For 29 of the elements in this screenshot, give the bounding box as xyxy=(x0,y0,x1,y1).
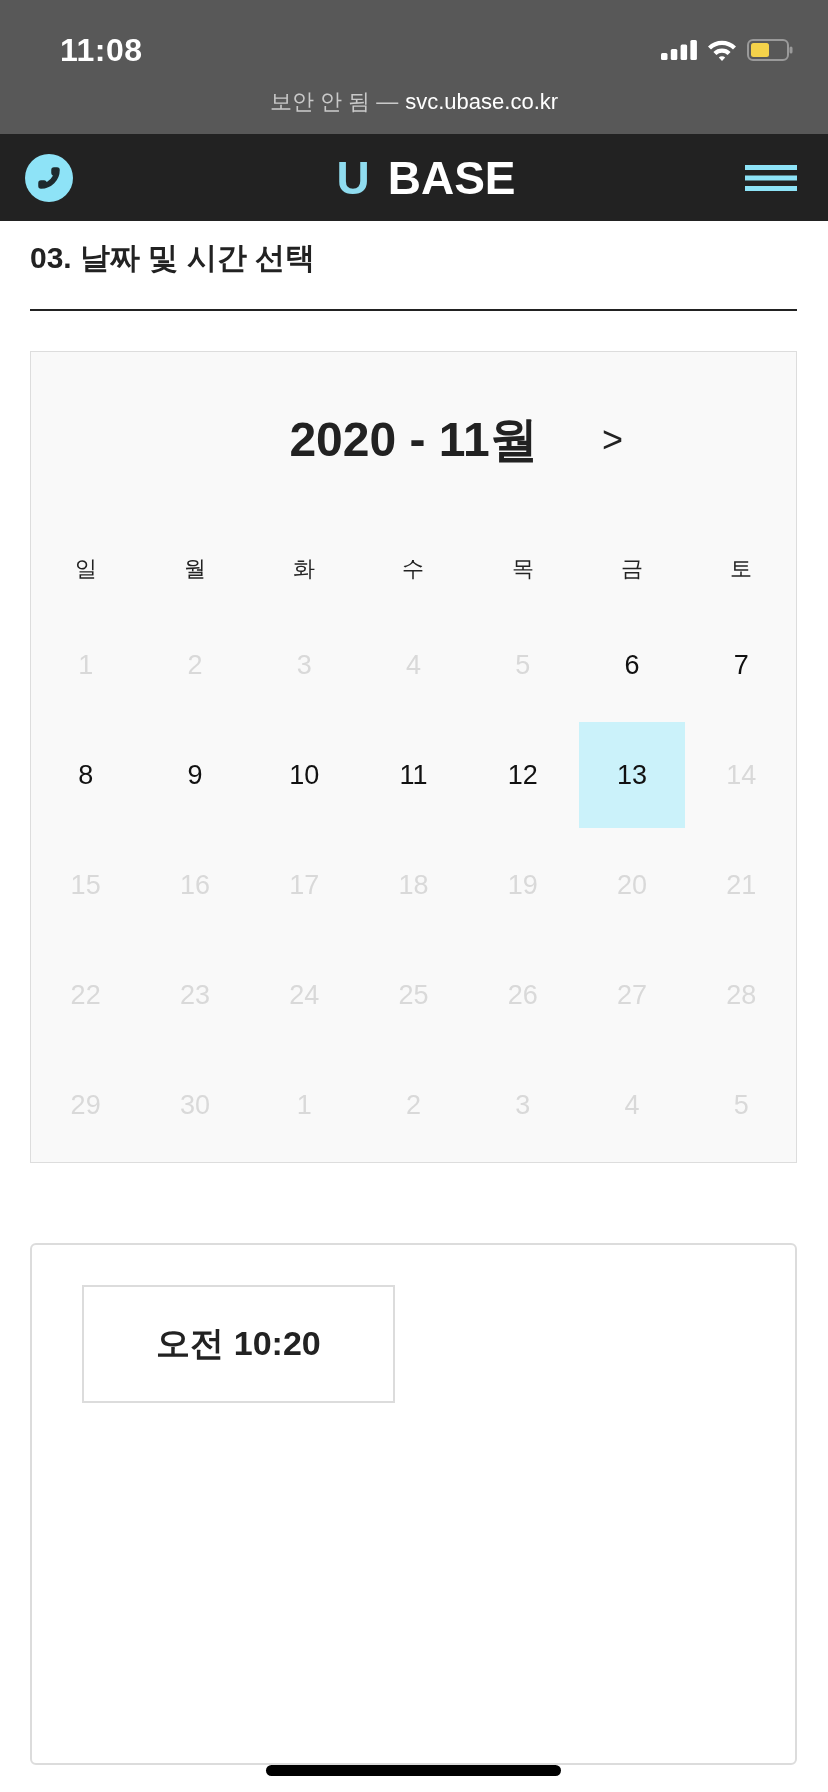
phone-icon[interactable] xyxy=(25,153,73,202)
next-month-button[interactable]: > xyxy=(600,422,625,458)
weekday-label: 수 xyxy=(402,555,425,583)
battery-icon xyxy=(747,39,793,61)
weekday-label: 토 xyxy=(730,555,753,583)
day-cell[interactable]: 12 xyxy=(470,722,576,828)
section-title: 03. 날짜 및 시간 선택 xyxy=(30,240,317,276)
security-label: 보안 안 됨 — xyxy=(269,88,399,116)
weekday-label: 월 xyxy=(183,555,206,583)
menu-icon[interactable] xyxy=(745,164,797,191)
day-cell[interactable]: 9 xyxy=(142,722,248,828)
time-slot-button[interactable]: 오전 10:20 xyxy=(82,1285,395,1403)
day-cell[interactable]: 11 xyxy=(360,722,467,828)
signal-icon xyxy=(661,40,697,60)
day-cell[interactable]: 10 xyxy=(251,722,357,828)
weekday-label: 목 xyxy=(511,555,534,583)
logo-wordmark[interactable]: BASE xyxy=(387,154,516,201)
day-cell[interactable]: 6 xyxy=(579,612,685,718)
wifi-icon xyxy=(707,39,737,61)
month-title: 2020 - 11월 xyxy=(289,412,538,468)
url-text[interactable]: svc.ubase.co.kr xyxy=(405,89,559,115)
weekday-label: 화 xyxy=(293,555,316,583)
day-cell[interactable]: 13 xyxy=(579,722,685,828)
weekday-label: 금 xyxy=(621,555,644,583)
status-time: 11:08 xyxy=(60,31,143,69)
weekday-label: 일 xyxy=(74,555,97,583)
day-cell[interactable]: 8 xyxy=(33,722,139,828)
logo-letter[interactable]: U xyxy=(336,154,370,201)
day-cell[interactable]: 7 xyxy=(688,612,794,718)
